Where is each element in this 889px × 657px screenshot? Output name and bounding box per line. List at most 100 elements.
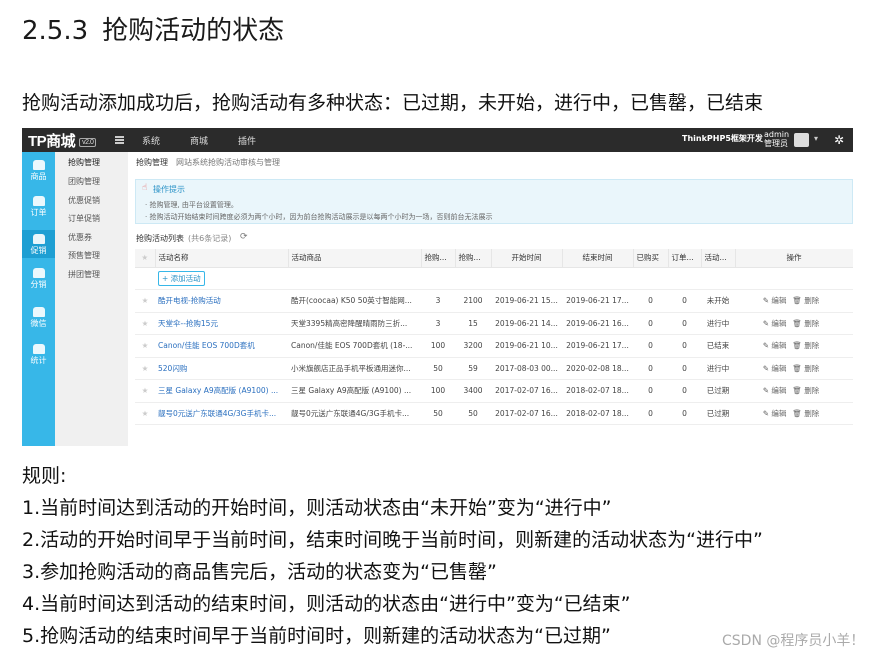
column-header[interactable]: 活动名称 bbox=[155, 249, 289, 268]
rule-item: 5.抢购活动的结束时间早于当前时间时，则新建的活动状态为“已过期” bbox=[22, 625, 611, 647]
subnav-order-promo[interactable]: 订单促销 bbox=[68, 213, 100, 224]
sidebar-item-goods[interactable]: 商品 bbox=[22, 160, 55, 182]
star-icon[interactable]: ★ bbox=[135, 334, 155, 358]
menu-toggle-icon[interactable] bbox=[115, 136, 124, 144]
sidebar-item-wechat[interactable]: 微信 bbox=[22, 307, 55, 329]
subnav-presale[interactable]: 预售管理 bbox=[68, 250, 100, 261]
cell-start: 2017-02-07 16... bbox=[491, 402, 562, 425]
admin-role: 管理员 bbox=[764, 139, 788, 148]
star-icon[interactable]: ★ bbox=[135, 379, 155, 403]
star-icon[interactable]: ★ bbox=[135, 357, 155, 380]
statistics-icon bbox=[32, 344, 45, 354]
rules-section: 规则: 1.当前时间达到活动的开始时间，则活动状态由“未开始”变为“进行中” 2… bbox=[22, 460, 763, 652]
column-header[interactable]: 抢购... bbox=[421, 249, 456, 268]
admin-info[interactable]: admin 管理员 bbox=[764, 130, 789, 148]
star-icon[interactable]: ★ bbox=[135, 312, 155, 335]
cell-goods: 三星 Galaxy A9高配版 (A9100) ... bbox=[288, 379, 421, 403]
delete-button[interactable]: 🗑 删除 bbox=[792, 409, 819, 418]
subnav-discount[interactable]: 优惠促销 bbox=[68, 195, 100, 206]
sidebar-item-statistics[interactable]: 统计 bbox=[22, 344, 55, 366]
delete-label: 删除 bbox=[804, 296, 820, 306]
column-header[interactable]: 订单... bbox=[668, 249, 702, 268]
refresh-icon[interactable]: ⟳ bbox=[240, 232, 248, 242]
cell-name[interactable]: 三星 Galaxy A9高配版 (A9100) ... bbox=[155, 379, 288, 403]
delete-button[interactable]: 🗑 删除 bbox=[792, 319, 819, 328]
cell-qty: 59 bbox=[455, 357, 491, 380]
logo[interactable]: TP商城 v2.0 bbox=[28, 130, 97, 151]
sidebar-item-promotion[interactable]: 促销 bbox=[22, 230, 55, 258]
main-sidebar: 商品 订单 促销 分销 微信 统计 bbox=[22, 152, 55, 446]
nav-item-system[interactable]: 系统 bbox=[142, 134, 160, 147]
sidebar-item-orders[interactable]: 订单 bbox=[22, 196, 55, 218]
delete-button[interactable]: 🗑 删除 bbox=[792, 296, 819, 305]
star-icon[interactable]: ★ bbox=[135, 402, 155, 425]
column-header[interactable]: 操作 bbox=[735, 249, 853, 268]
edit-button[interactable]: ✎ 编辑 bbox=[763, 341, 787, 350]
cell-orders: 0 bbox=[668, 334, 701, 358]
cell-end: 2019-06-21 17... bbox=[562, 334, 633, 358]
delete-label: 删除 bbox=[804, 408, 820, 418]
delete-button[interactable]: 🗑 删除 bbox=[792, 364, 819, 373]
version-badge: v2.0 bbox=[79, 137, 97, 147]
column-header[interactable]: 结束时间 bbox=[562, 249, 634, 268]
column-header[interactable]: 开始时间 bbox=[491, 249, 563, 268]
delete-button[interactable]: 🗑 删除 bbox=[792, 341, 819, 350]
subnav-flash-sale[interactable]: 抢购管理 bbox=[68, 157, 100, 168]
admin-screenshot: TP商城 v2.0 系统 商城 插件 ThinkPHP5框架开发 admin 管理… bbox=[22, 128, 853, 446]
cell-actions: ✎ 编辑 🗑 删除 bbox=[735, 289, 853, 313]
cell-actions: ✎ 编辑 🗑 删除 bbox=[735, 312, 853, 335]
column-header[interactable]: 活动商品 bbox=[288, 249, 422, 268]
edit-button[interactable]: ✎ 编辑 bbox=[763, 296, 787, 305]
cell-name[interactable]: 天堂伞--抢购15元 bbox=[155, 312, 288, 335]
avatar[interactable] bbox=[794, 133, 809, 147]
subnav-group-buy[interactable]: 团购管理 bbox=[68, 176, 100, 187]
watermark: CSDN @程序员小羊！ bbox=[722, 633, 865, 649]
cell-status: 未开始 bbox=[701, 289, 735, 313]
cell-name[interactable]: 靓号0元送广东联通4G/3G手机卡... bbox=[155, 402, 288, 425]
cell-orders: 0 bbox=[668, 357, 701, 380]
delete-label: 删除 bbox=[804, 386, 820, 396]
subnav-team-buy[interactable]: 拼团管理 bbox=[68, 269, 100, 280]
sidebar-item-distribution[interactable]: 分销 bbox=[22, 268, 55, 290]
nav-item-plugin[interactable]: 插件 bbox=[238, 134, 256, 147]
chevron-down-icon[interactable]: ▾ bbox=[814, 134, 818, 143]
cell-actions: ✎ 编辑 🗑 删除 bbox=[735, 379, 853, 403]
edit-label: 编辑 bbox=[771, 318, 787, 328]
cell-name[interactable]: 酷开电视-抢购活动 bbox=[155, 289, 288, 313]
cell-price: 3 bbox=[421, 312, 455, 335]
column-header[interactable]: 抢购... bbox=[455, 249, 492, 268]
add-activity-button[interactable]: + 添加活动 bbox=[158, 270, 205, 286]
subnav-coupon[interactable]: 优惠券 bbox=[68, 232, 92, 243]
cell-orders: 0 bbox=[668, 402, 701, 425]
cell-name[interactable]: 520闪购 bbox=[155, 357, 288, 380]
cell-qty: 3200 bbox=[455, 334, 491, 358]
cell-start: 2019-06-21 10... bbox=[491, 334, 562, 358]
goods-icon bbox=[32, 160, 45, 170]
trash-icon: 🗑 bbox=[792, 318, 805, 328]
tips-title[interactable]: 操作提示 bbox=[153, 184, 185, 195]
cell-status: 已过期 bbox=[701, 379, 735, 403]
edit-button[interactable]: ✎ 编辑 bbox=[763, 364, 787, 373]
cell-status: 已结束 bbox=[701, 334, 735, 358]
column-header[interactable]: 已购买 bbox=[633, 249, 669, 268]
edit-button[interactable]: ✎ 编辑 bbox=[763, 386, 787, 395]
delete-button[interactable]: 🗑 删除 bbox=[792, 386, 819, 395]
framework-link[interactable]: ThinkPHP5框架开发 bbox=[682, 133, 763, 144]
star-icon[interactable]: ★ bbox=[135, 289, 155, 313]
table-row: ★ 靓号0元送广东联通4G/3G手机卡... 靓号0元送广东联通4G/3G手机卡..… bbox=[135, 402, 853, 425]
edit-button[interactable]: ✎ 编辑 bbox=[763, 319, 787, 328]
column-header[interactable]: 活动... bbox=[701, 249, 736, 268]
trash-icon: 🗑 bbox=[792, 363, 805, 373]
cell-goods: 天堂3395精高密降醒晴雨防三折... bbox=[288, 312, 421, 335]
cell-goods: Canon/佳能 EOS 700D套机 (18-... bbox=[288, 334, 421, 358]
top-bar: TP商城 v2.0 系统 商城 插件 ThinkPHP5框架开发 admin 管理… bbox=[22, 128, 853, 152]
cell-name[interactable]: Canon/佳能 EOS 700D套机 bbox=[155, 334, 288, 358]
nav-item-shop[interactable]: 商城 bbox=[190, 134, 208, 147]
wechat-icon bbox=[32, 307, 45, 317]
edit-button[interactable]: ✎ 编辑 bbox=[763, 409, 787, 418]
apps-grid-icon[interactable]: ✲ bbox=[834, 133, 844, 147]
edit-label: 编辑 bbox=[771, 296, 787, 306]
admin-name: admin bbox=[764, 130, 790, 139]
tips-panel: ☝ 操作提示 · 抢购管理, 由平台设置管理。 · 抢购活动开始结束时间跨度必须… bbox=[135, 179, 853, 224]
cell-status: 进行中 bbox=[701, 312, 735, 335]
